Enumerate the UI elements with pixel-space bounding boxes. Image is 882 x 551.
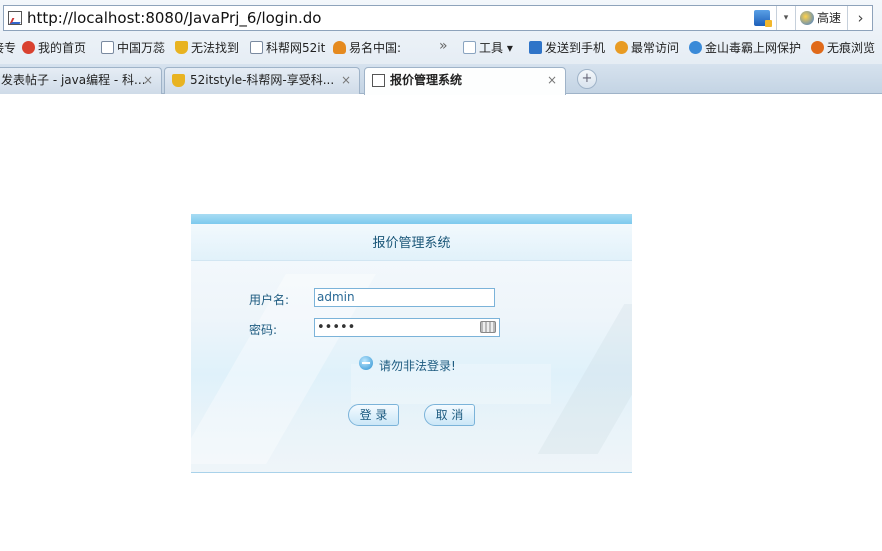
favorite-item[interactable]: 无法找到 — [175, 40, 239, 58]
speed-mode-label: 高速 — [817, 11, 842, 25]
favorite-label: 金山毒霸上网保护 — [705, 41, 802, 55]
tab-close-icon[interactable]: × — [341, 68, 351, 93]
favorite-item[interactable]: 无痕浏览 — [811, 40, 875, 58]
background-decoration — [537, 304, 632, 454]
favorite-label: 无痕浏览 — [827, 41, 876, 55]
tab-52itstyle[interactable]: 52itstyle-科帮网-享受科... × — [164, 67, 360, 94]
keyboard-icon[interactable] — [480, 321, 496, 333]
speed-globe-icon — [800, 11, 814, 25]
favorite-item[interactable]: 接专 — [0, 40, 16, 58]
favorite-label: 无法找到 — [191, 41, 240, 55]
info-minus-icon — [359, 356, 373, 370]
tab-label: 报价管理系统 — [390, 73, 463, 87]
eye-icon — [811, 41, 824, 54]
speed-mode-button[interactable]: 高速 — [795, 6, 848, 30]
favorite-item[interactable]: 科帮网52it — [250, 40, 325, 58]
favorite-label: 接专 — [0, 41, 17, 55]
star-icon — [615, 41, 628, 54]
address-bar[interactable]: http://localhost:8080/JavaPrj_6/login.do… — [3, 5, 873, 31]
warning-text: 请勿非法登录! — [379, 359, 456, 373]
password-mask: ••••• — [317, 320, 356, 335]
tab-label: 发表帖子 - java编程 - 科... — [1, 73, 146, 87]
favorite-label: 中国万蕊 — [117, 41, 166, 55]
tab-bar: 发表帖子 - java编程 - 科... × 52itstyle-科帮网-享受科… — [0, 64, 882, 95]
go-button[interactable]: › — [847, 6, 873, 30]
favorite-item[interactable]: 中国万蕊 — [101, 40, 165, 58]
favorite-label: 易名中国: — [349, 41, 402, 55]
tab-close-icon[interactable]: × — [143, 68, 153, 93]
favorite-item[interactable]: 我的首页 — [22, 40, 86, 58]
url-text[interactable]: http://localhost:8080/JavaPrj_6/login.do — [27, 9, 321, 27]
tab-close-icon[interactable]: × — [547, 68, 557, 93]
page-favicon-icon — [8, 11, 22, 25]
send-to-phone-icon[interactable] — [754, 10, 772, 27]
favorite-label: 最常访问 — [631, 41, 680, 55]
favorite-label: 我的首页 — [38, 41, 87, 55]
favorite-item[interactable]: 发送到手机 — [529, 40, 605, 58]
page-title: 报价管理系统 — [372, 236, 451, 251]
tools-label: 工具 ▾ — [479, 41, 513, 55]
favorite-label: 科帮网52it — [266, 41, 326, 55]
tab-quote-system[interactable]: 报价管理系统 × — [364, 67, 566, 95]
page-favicon-icon — [372, 74, 385, 87]
address-dropdown-button[interactable]: ▾ — [776, 6, 795, 30]
panel-top-bar — [191, 214, 632, 224]
username-input[interactable]: admin — [314, 288, 495, 307]
tools-icon — [463, 41, 476, 54]
new-tab-button[interactable]: + — [577, 69, 597, 89]
flame-icon — [333, 41, 346, 54]
page-icon — [101, 41, 114, 54]
panel-header: 报价管理系统 — [191, 224, 632, 261]
login-button[interactable]: 登 录 — [348, 404, 399, 426]
browser-chrome: http://localhost:8080/JavaPrj_6/login.do… — [0, 0, 882, 95]
tab-java-post[interactable]: 发表帖子 - java编程 - 科... × — [0, 67, 162, 94]
favorite-label: 发送到手机 — [545, 41, 606, 55]
password-label: 密码: — [249, 323, 278, 337]
favorite-item[interactable]: 最常访问 — [615, 40, 679, 58]
more-favorites-chevron-icon[interactable]: » — [439, 38, 448, 56]
username-label: 用户名: — [249, 293, 290, 307]
page-icon — [250, 41, 263, 54]
password-input[interactable]: ••••• — [314, 318, 500, 337]
favorites-bar: 接专 我的首页 中国万蕊 无法找到 科帮网52it 易名中国: » 工具 ▾ 发… — [0, 36, 882, 60]
trophy-icon — [172, 74, 185, 87]
tab-label: 52itstyle-科帮网-享受科... — [190, 73, 335, 87]
favorite-item[interactable]: 金山毒霸上网保护 — [689, 40, 801, 58]
tools-menu[interactable]: 工具 ▾ — [463, 40, 513, 58]
favorite-item[interactable]: 易名中国: — [333, 40, 401, 58]
trophy-icon — [175, 41, 188, 54]
login-panel: 报价管理系统 用户名: admin 密码: ••••• 请勿非法登录! 登 录 … — [191, 214, 632, 473]
cancel-button[interactable]: 取 消 — [424, 404, 475, 426]
send-icon — [529, 41, 542, 54]
shield-icon — [689, 41, 702, 54]
weibo-icon — [22, 41, 35, 54]
